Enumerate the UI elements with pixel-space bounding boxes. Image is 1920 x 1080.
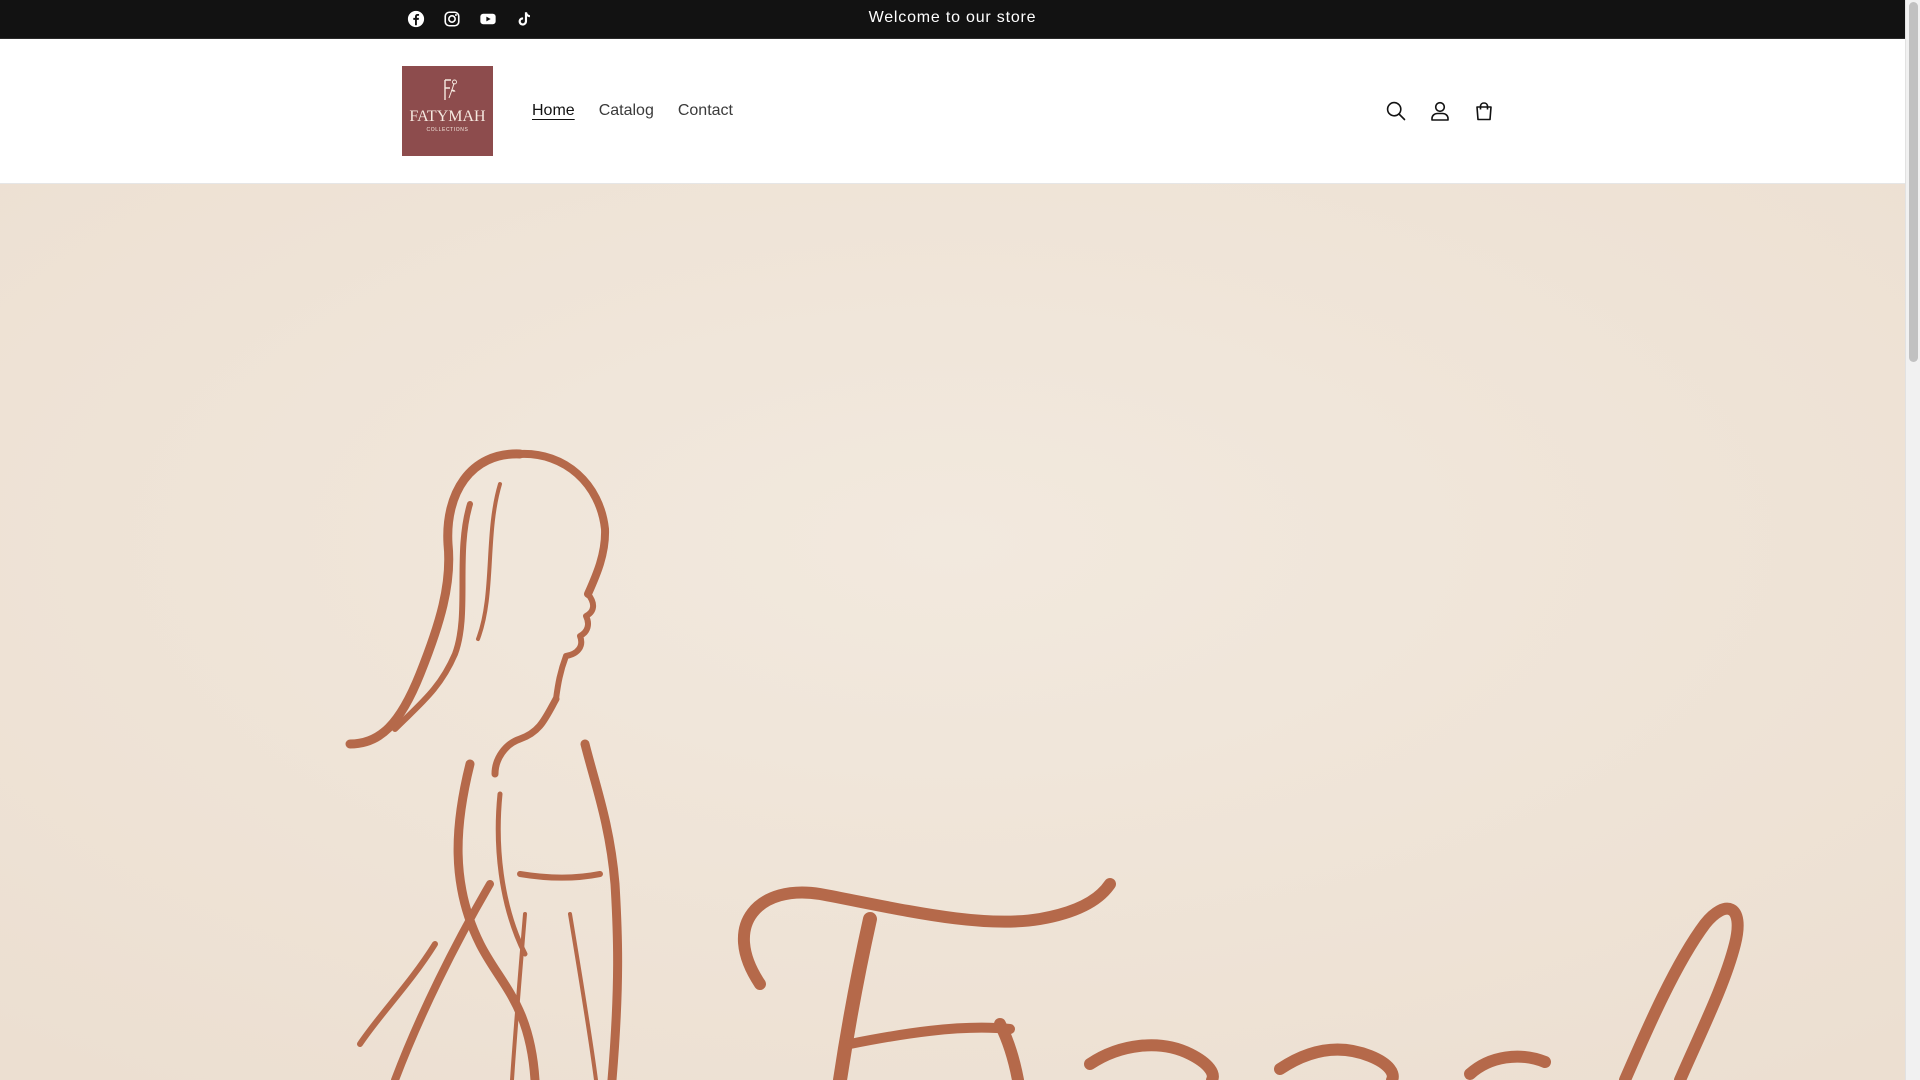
- youtube-link[interactable]: [470, 0, 506, 38]
- header-icons: [1374, 39, 1506, 183]
- cart-button[interactable]: [1462, 89, 1506, 133]
- nav-home[interactable]: Home: [520, 102, 587, 120]
- instagram-link[interactable]: [434, 0, 470, 38]
- nav-contact[interactable]: Contact: [666, 102, 745, 120]
- youtube-icon: [480, 13, 496, 25]
- page-scrollbar[interactable]: [1905, 0, 1920, 1080]
- tiktok-icon: [518, 12, 530, 26]
- store-logo[interactable]: FATYMAH COLLECTIONS: [402, 66, 493, 156]
- instagram-icon: [444, 11, 460, 27]
- announcement-text: Welcome to our store: [868, 9, 1037, 26]
- hero-image: [0, 184, 1905, 1080]
- account-icon: [1431, 101, 1449, 121]
- cart-icon: [1476, 102, 1492, 121]
- scrollbar-thumb[interactable]: [1909, 2, 1918, 362]
- logo-wordmark: FATYMAH: [409, 108, 486, 125]
- search-button[interactable]: [1374, 89, 1418, 133]
- search-icon: [1386, 101, 1406, 121]
- facebook-link[interactable]: [398, 0, 434, 38]
- site-header: FATYMAH COLLECTIONS Home Catalog Contact: [0, 39, 1905, 184]
- tiktok-link[interactable]: [506, 0, 542, 38]
- announcement-bar: Welcome to our store: [0, 0, 1905, 39]
- main-nav: Home Catalog Contact: [520, 39, 745, 183]
- facebook-icon: [407, 10, 425, 28]
- logo-tagline: COLLECTIONS: [427, 127, 469, 133]
- social-links: [398, 0, 542, 38]
- account-button[interactable]: [1418, 89, 1462, 133]
- nav-catalog[interactable]: Catalog: [587, 102, 666, 120]
- hero-banner: [0, 184, 1905, 1080]
- logo-image: FATYMAH COLLECTIONS: [402, 66, 493, 156]
